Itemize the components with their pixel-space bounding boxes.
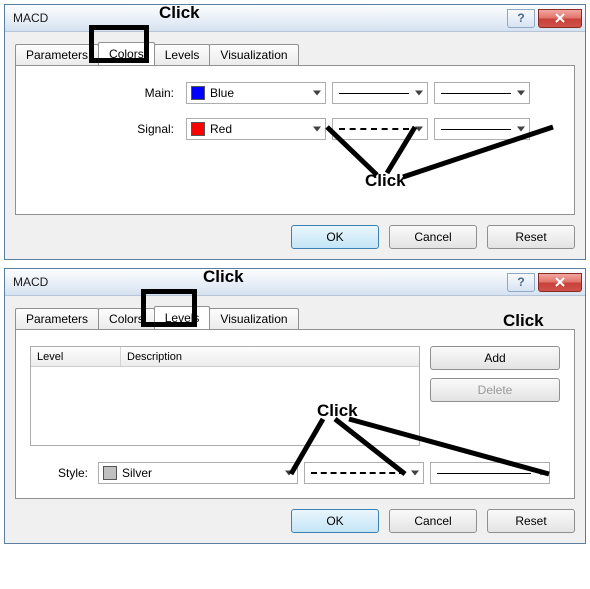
signal-linewidth-select[interactable] <box>434 118 530 140</box>
levels-tab-content: Level Description Add Delete Style: Silv… <box>15 329 575 499</box>
main-linestyle-select[interactable] <box>332 82 428 104</box>
main-swatch <box>191 86 205 100</box>
cancel-button[interactable]: Cancel <box>389 509 477 533</box>
chevron-down-icon <box>313 127 321 132</box>
dialog-buttons: OK Cancel Reset <box>5 215 585 259</box>
macd-dialog-colors: Click Click MACD ? Parameters Colors Lev… <box>4 4 586 260</box>
style-color-name: Silver <box>122 466 152 480</box>
close-button[interactable] <box>538 273 582 292</box>
line-preview <box>339 93 409 94</box>
levels-header: Level Description <box>31 347 419 367</box>
help-button[interactable]: ? <box>507 9 535 28</box>
titlebar: MACD ? <box>5 5 585 32</box>
row-main: Main: Blue <box>30 82 560 104</box>
line-preview <box>311 472 405 474</box>
ok-button[interactable]: OK <box>291 509 379 533</box>
delete-button[interactable]: Delete <box>430 378 560 402</box>
macd-dialog-levels: Click Click Click MACD ? Parameters Colo… <box>4 268 586 544</box>
signal-swatch <box>191 122 205 136</box>
line-preview <box>441 129 511 130</box>
levels-listbox[interactable]: Level Description <box>30 346 420 446</box>
add-button[interactable]: Add <box>430 346 560 370</box>
dialog-buttons: OK Cancel Reset <box>5 499 585 543</box>
chevron-down-icon <box>313 91 321 96</box>
col-level[interactable]: Level <box>31 347 121 366</box>
tabs: Parameters Colors Levels Visualization <box>15 306 575 330</box>
line-preview <box>339 128 409 130</box>
tab-visualization[interactable]: Visualization <box>209 44 298 66</box>
tab-levels[interactable]: Levels <box>154 44 211 66</box>
titlebar: MACD ? <box>5 269 585 296</box>
label-signal: Signal: <box>30 122 180 136</box>
signal-linestyle-select[interactable] <box>332 118 428 140</box>
style-linestyle-select[interactable] <box>304 462 424 484</box>
main-linewidth-select[interactable] <box>434 82 530 104</box>
signal-color-select[interactable]: Red <box>186 118 326 140</box>
title-text: MACD <box>13 275 507 289</box>
chevron-down-icon <box>517 127 525 132</box>
title-text: MACD <box>13 11 507 25</box>
style-color-select[interactable]: Silver <box>98 462 298 484</box>
chevron-down-icon <box>415 127 423 132</box>
tab-visualization[interactable]: Visualization <box>209 308 298 330</box>
chevron-down-icon <box>415 91 423 96</box>
col-description[interactable]: Description <box>121 347 419 366</box>
chevron-down-icon <box>537 471 545 476</box>
signal-color-name: Red <box>210 122 232 136</box>
main-color-select[interactable]: Blue <box>186 82 326 104</box>
colors-tab-content: Main: Blue Sign <box>15 65 575 215</box>
line-preview <box>441 93 511 94</box>
close-button[interactable] <box>538 9 582 28</box>
style-swatch <box>103 466 117 480</box>
row-signal: Signal: Red <box>30 118 560 140</box>
tabs: Parameters Colors Levels Visualization <box>15 42 575 66</box>
tab-parameters[interactable]: Parameters <box>15 44 99 66</box>
ok-button[interactable]: OK <box>291 225 379 249</box>
cancel-button[interactable]: Cancel <box>389 225 477 249</box>
tab-colors[interactable]: Colors <box>98 42 155 66</box>
line-preview <box>437 473 531 474</box>
reset-button[interactable]: Reset <box>487 509 575 533</box>
chevron-down-icon <box>517 91 525 96</box>
help-button[interactable]: ? <box>507 273 535 292</box>
reset-button[interactable]: Reset <box>487 225 575 249</box>
row-style: Style: Silver <box>30 462 560 484</box>
chevron-down-icon <box>411 471 419 476</box>
main-color-name: Blue <box>210 86 234 100</box>
tab-parameters[interactable]: Parameters <box>15 308 99 330</box>
tab-levels[interactable]: Levels <box>154 306 211 330</box>
chevron-down-icon <box>285 471 293 476</box>
tab-colors[interactable]: Colors <box>98 308 155 330</box>
label-main: Main: <box>30 86 180 100</box>
label-style: Style: <box>30 466 92 480</box>
style-linewidth-select[interactable] <box>430 462 550 484</box>
